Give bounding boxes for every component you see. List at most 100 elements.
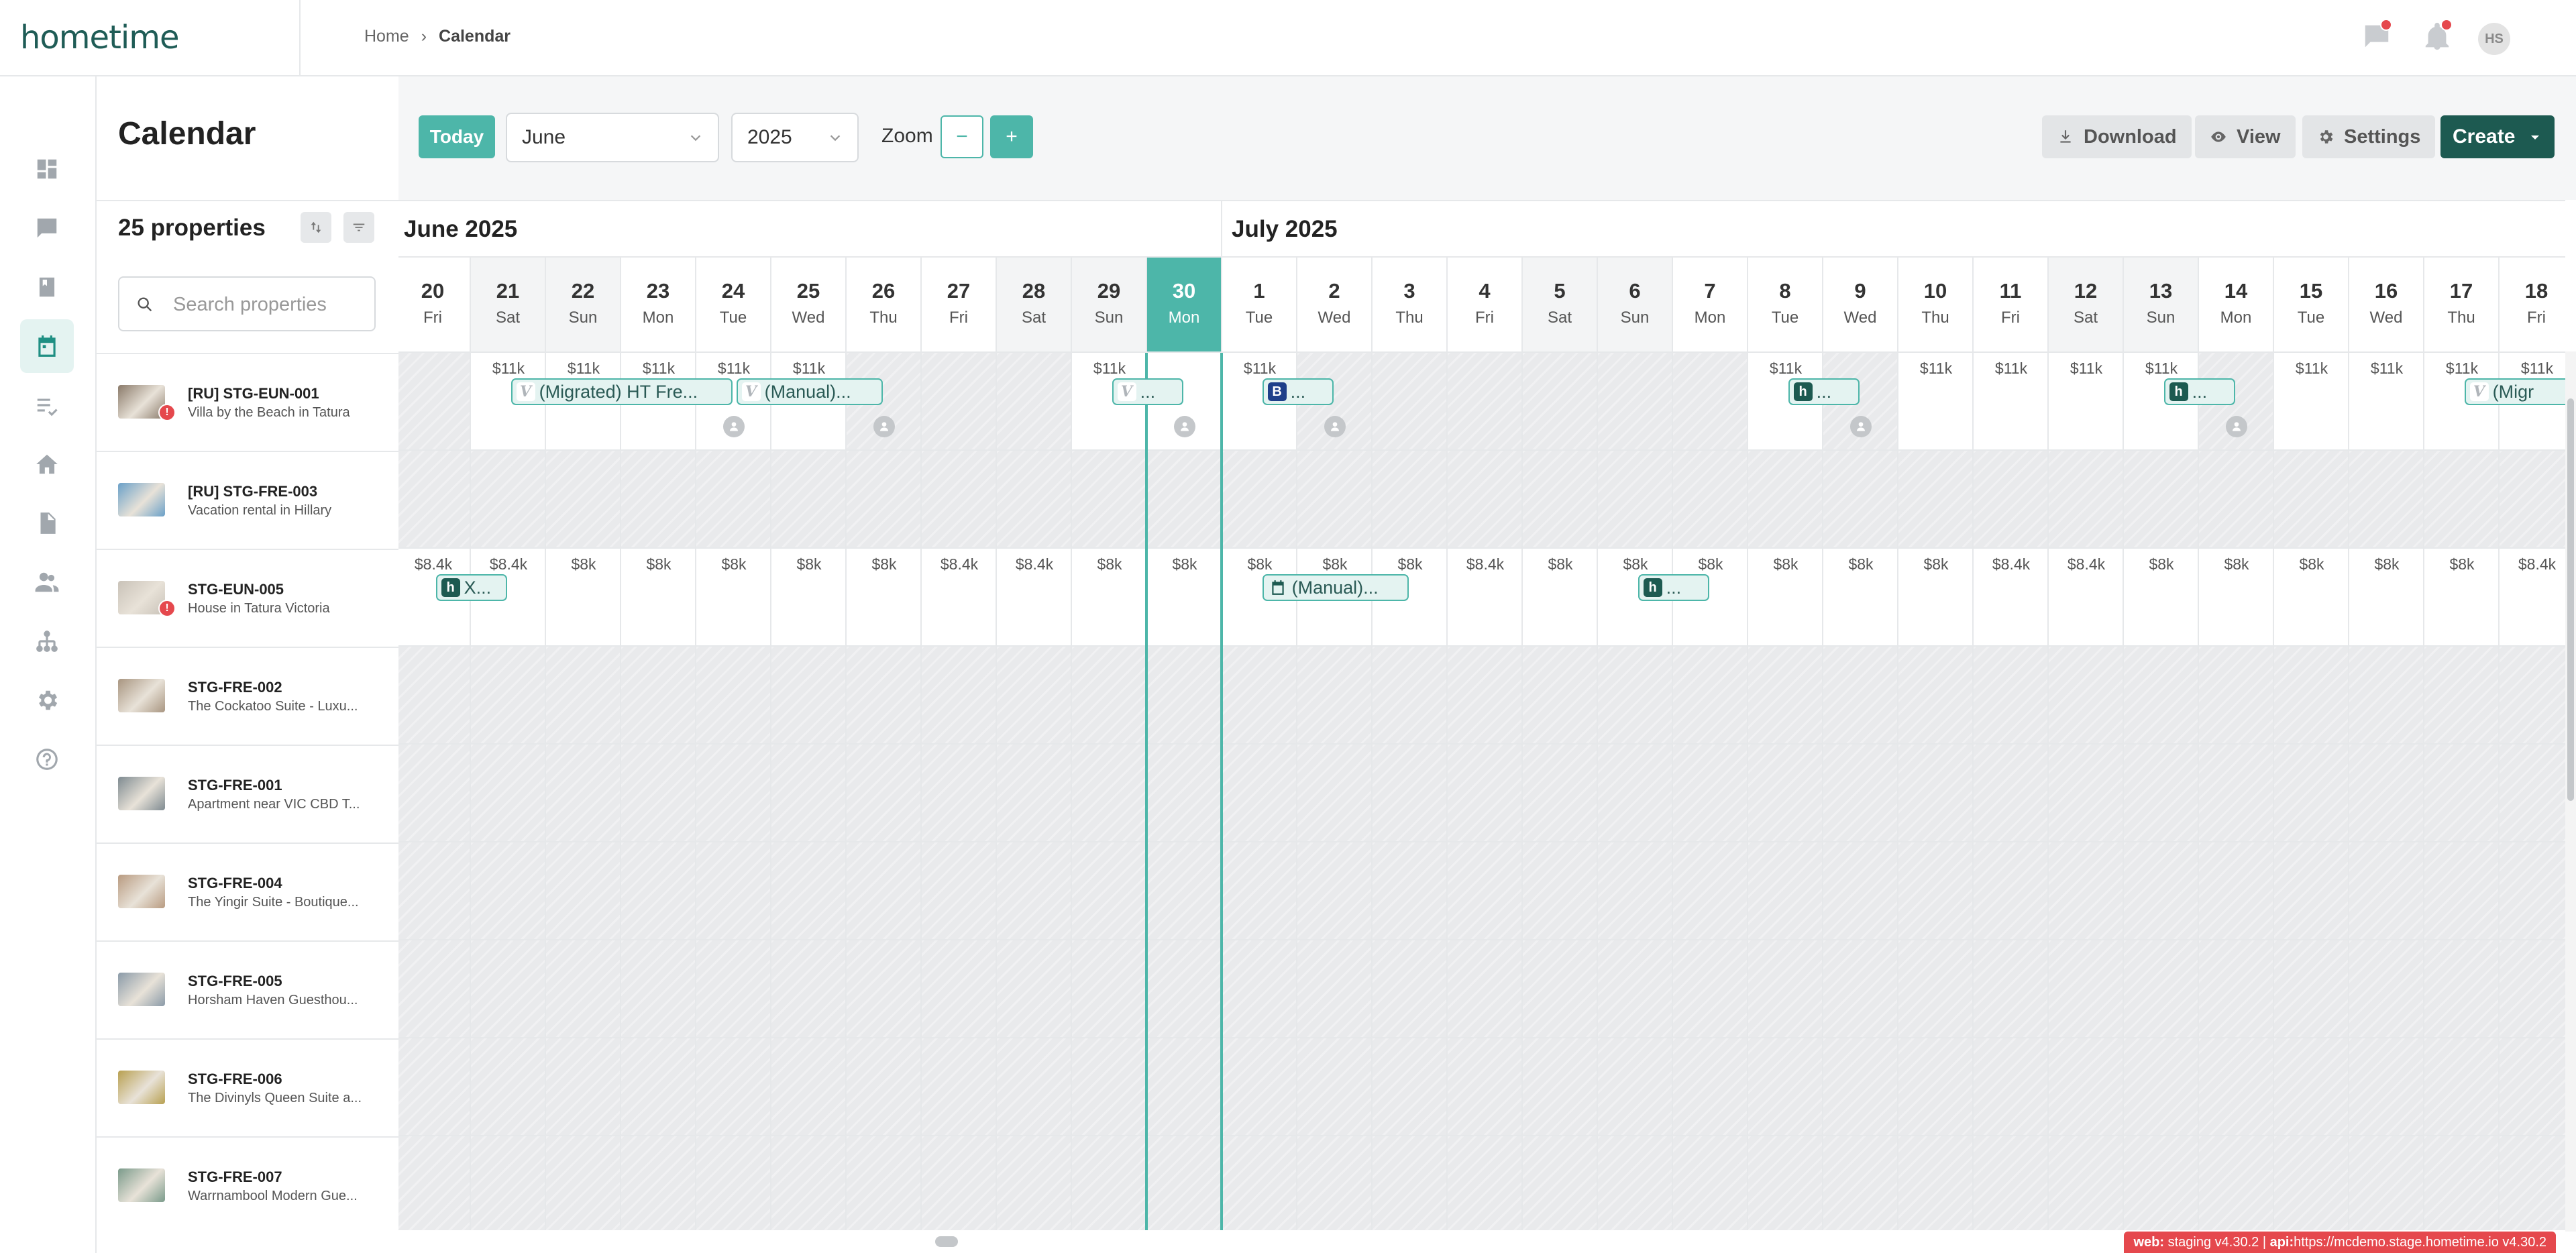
calendar-cell[interactable] (545, 940, 620, 1038)
calendar-cell[interactable] (1672, 1136, 1747, 1230)
booking-bar[interactable]: h... (1638, 574, 1709, 601)
calendar-cell[interactable] (470, 940, 545, 1038)
calendar-cell[interactable] (2348, 842, 2423, 940)
month-select[interactable]: June (506, 113, 719, 162)
people-icon[interactable] (20, 555, 74, 609)
help-icon[interactable] (20, 732, 74, 786)
calendar-cell[interactable] (770, 1136, 845, 1230)
calendar-cell[interactable] (845, 842, 920, 940)
calendar-cell[interactable]: $8k (845, 549, 920, 647)
calendar-cell[interactable] (1446, 647, 1521, 745)
calendar-cell[interactable] (1071, 842, 1146, 940)
calendar-cell[interactable] (620, 1136, 695, 1230)
calendar-cell[interactable] (2047, 1136, 2123, 1230)
calendar-cell[interactable] (996, 353, 1071, 451)
calendar-cell[interactable] (2123, 1136, 2198, 1230)
booking-bar[interactable]: V (Manual)... (736, 378, 883, 405)
calendar-cell[interactable] (2498, 745, 2565, 842)
calendar-cell[interactable] (1597, 940, 1672, 1038)
calendar-cell[interactable]: $8.4k (996, 549, 1071, 647)
calendar-cell[interactable] (2047, 745, 2123, 842)
calendar-cell[interactable] (1822, 745, 1897, 842)
user-avatar[interactable]: HS (2478, 23, 2510, 55)
calendar-cell[interactable] (1296, 1038, 1371, 1136)
calendar-cell[interactable] (996, 647, 1071, 745)
booking-bar[interactable]: B... (1262, 378, 1334, 405)
calendar-cell[interactable] (1371, 842, 1446, 940)
calendar-cell[interactable] (695, 1038, 770, 1136)
calendar-cell[interactable] (2047, 1038, 2123, 1136)
calendar-cell[interactable]: $8k (2423, 549, 2498, 647)
calendar-cell[interactable] (845, 647, 920, 745)
calendar-cell[interactable] (2348, 1136, 2423, 1230)
calendar-cell[interactable] (1597, 353, 1672, 451)
calendar-cell[interactable]: $8k (2348, 549, 2423, 647)
calendar-cell[interactable] (2423, 647, 2498, 745)
calendar-cell[interactable]: $8k (1146, 549, 1221, 647)
day-header[interactable]: 28 Sat (996, 256, 1071, 353)
calendar-cell[interactable] (1371, 1136, 1446, 1230)
calendar-cell[interactable] (1296, 745, 1371, 842)
calendar-cell[interactable] (996, 1136, 1071, 1230)
day-header[interactable]: 12 Sat (2047, 256, 2123, 353)
home-icon[interactable] (20, 437, 74, 491)
calendar-cell[interactable] (920, 647, 996, 745)
calendar-cell[interactable] (2423, 842, 2498, 940)
day-header[interactable]: 17 Thu (2423, 256, 2498, 353)
today-button[interactable]: Today (419, 115, 495, 158)
settings-button[interactable]: Settings (2302, 115, 2436, 158)
calendar-cell[interactable] (920, 842, 996, 940)
view-button[interactable]: View (2195, 115, 2296, 158)
day-header[interactable]: 14 Mon (2198, 256, 2273, 353)
day-header[interactable]: 24 Tue (695, 256, 770, 353)
calendar-cell[interactable] (620, 451, 695, 549)
calendar-cell[interactable] (770, 647, 845, 745)
calendar-cell[interactable] (920, 1038, 996, 1136)
calendar-cell[interactable] (1747, 842, 1822, 940)
calendar-cell[interactable] (1672, 842, 1747, 940)
calendar-cell[interactable]: $8.4k (2498, 549, 2565, 647)
calendar-cell[interactable] (2273, 1136, 2348, 1230)
calendar-cell[interactable] (2198, 1038, 2273, 1136)
calendar-cell[interactable] (545, 1136, 620, 1230)
calendar-cell[interactable] (1822, 940, 1897, 1038)
bell-icon[interactable] (2422, 19, 2453, 52)
calendar-cell[interactable]: $8.4k (2047, 549, 2123, 647)
calendar-cell[interactable] (2348, 745, 2423, 842)
calendar-cell[interactable] (920, 353, 996, 451)
calendar-cell[interactable] (1521, 745, 1597, 842)
calendar-cell[interactable]: $8k (1897, 549, 1972, 647)
calendar-cell[interactable]: $8k (695, 549, 770, 647)
calendar-cell[interactable] (1521, 940, 1597, 1038)
day-header[interactable]: 1 Tue (1221, 256, 1296, 353)
day-header[interactable]: 9 Wed (1822, 256, 1897, 353)
calendar-cell[interactable] (1972, 745, 2047, 842)
calendar-cell[interactable] (845, 1136, 920, 1230)
booking-bar[interactable]: V... (1112, 378, 1183, 405)
calendar-cell[interactable] (770, 1038, 845, 1136)
calendar-cell[interactable] (545, 1038, 620, 1136)
booking-bar[interactable]: V (Migrated) HT Fre... (511, 378, 733, 405)
calendar-cell[interactable] (1446, 1038, 1521, 1136)
day-header[interactable]: 6 Sun (1597, 256, 1672, 353)
property-row[interactable]: STG-FRE-001 Apartment near VIC CBD T... (97, 745, 398, 842)
calendar-cell[interactable]: $8.4k (1446, 549, 1521, 647)
day-header[interactable]: 23 Mon (620, 256, 695, 353)
calendar-cell[interactable] (1371, 745, 1446, 842)
calendar-cell[interactable] (1897, 1038, 1972, 1136)
calendar-cell[interactable] (1747, 451, 1822, 549)
calendar-cell[interactable] (920, 940, 996, 1038)
gear-icon[interactable] (20, 673, 74, 727)
calendar-cell[interactable] (695, 451, 770, 549)
calendar-cell[interactable] (1071, 940, 1146, 1038)
calendar-cell[interactable] (1972, 647, 2047, 745)
sort-button[interactable] (301, 212, 331, 243)
calendar-cell[interactable] (2498, 940, 2565, 1038)
calendar-cell[interactable] (1071, 451, 1146, 549)
calendar-cell[interactable] (1221, 647, 1296, 745)
calendar-cell[interactable] (2047, 647, 2123, 745)
calendar-cell[interactable] (1822, 1038, 1897, 1136)
calendar-cell[interactable] (620, 940, 695, 1038)
messages-icon[interactable] (2361, 19, 2392, 52)
calendar-cell[interactable] (1296, 647, 1371, 745)
